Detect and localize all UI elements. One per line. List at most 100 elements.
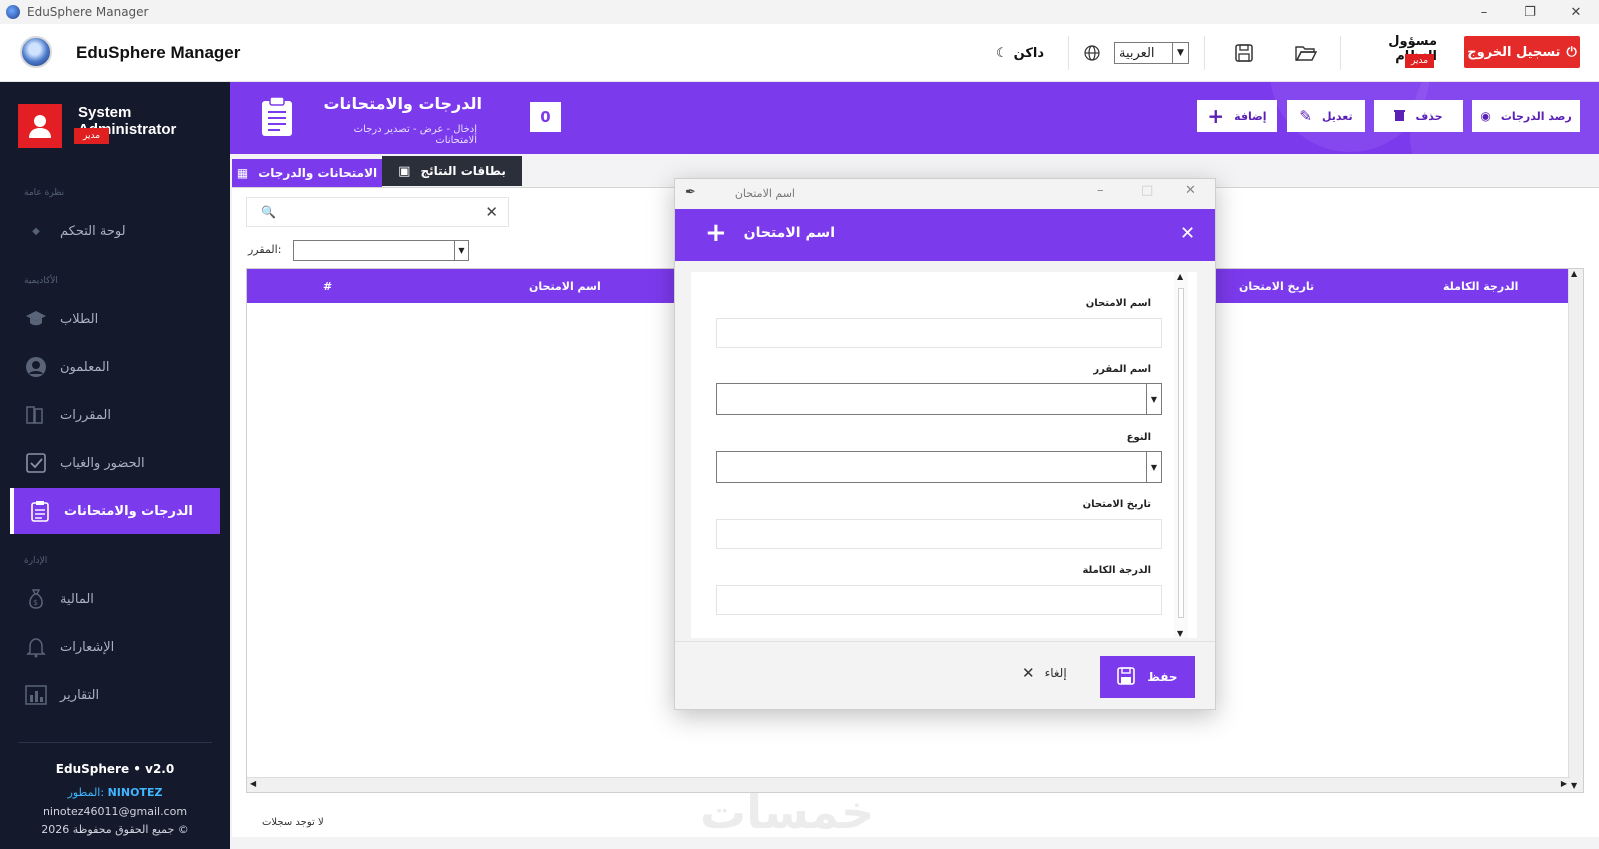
delete-button[interactable]: حذف: [1374, 100, 1463, 132]
sidebar-item-grades[interactable]: الدرجات والامتحانات: [10, 488, 220, 534]
sidebar-item-courses[interactable]: المقررات: [10, 392, 220, 438]
save-icon[interactable]: [1234, 24, 1254, 82]
dashboard-icon: ◆: [32, 225, 40, 237]
clear-search-icon[interactable]: ✕: [485, 203, 498, 221]
chevron-down-icon: ▼: [1146, 452, 1161, 482]
logout-button[interactable]: تسجيل الخروج ⏻: [1464, 36, 1580, 68]
sidebar-item-reports[interactable]: التقارير: [10, 672, 220, 718]
maximize-icon: □: [1141, 183, 1154, 198]
type-label: النوع: [1126, 432, 1151, 443]
sidebar-item-students[interactable]: الطلاب: [10, 296, 220, 342]
minimize-icon[interactable]: –: [1097, 183, 1104, 198]
sidebar-item-label: الحضور والغياب: [60, 455, 145, 471]
cancel-button[interactable]: ✕ إلغاء: [1022, 664, 1067, 682]
dialog-title: اسم الامتحان: [743, 225, 835, 241]
medal-icon: ◉: [1480, 109, 1491, 123]
dialog-titlebar: ✒ اسم الامتحان – □ ✕: [675, 179, 1215, 209]
header-divider: [1068, 36, 1069, 70]
sidebar-item-label: التقارير: [60, 687, 100, 703]
full-mark-field[interactable]: [716, 585, 1162, 615]
bell-icon: [24, 635, 48, 659]
scroll-up-icon[interactable]: ▲: [1177, 272, 1183, 281]
record-grades-label: رصد الدرجات: [1500, 109, 1572, 123]
scroll-down-icon[interactable]: ▼: [1571, 781, 1577, 790]
sidebar-item-label: لوحة التحكم: [60, 223, 126, 239]
svg-text:$: $: [33, 598, 38, 607]
column-header-exam-name[interactable]: اسم الامتحان: [529, 280, 601, 293]
window-title: EduSphere Manager: [27, 5, 149, 19]
dark-mode-toggle[interactable]: ☾ داكن: [996, 24, 1044, 82]
close-icon: ✕: [1022, 664, 1035, 682]
sidebar-item-dashboard[interactable]: ◆ لوحة التحكم: [10, 208, 220, 254]
save-button[interactable]: حفظ: [1100, 656, 1195, 698]
power-icon: ⏻: [1566, 44, 1577, 60]
delete-label: حذف: [1415, 109, 1443, 123]
add-label: إضافة: [1234, 109, 1267, 123]
column-header-full-mark[interactable]: الدرجة الكاملة: [1443, 280, 1518, 293]
feather-icon: ✒: [685, 185, 696, 200]
sidebar-item-label: المعلمون: [60, 359, 110, 375]
watermark-text: خمسات: [700, 785, 875, 839]
copyright: جميع الحقوق محفوظة 2026 ©: [41, 823, 189, 836]
header-divider: [1340, 36, 1341, 70]
moon-icon: ☾: [996, 45, 1008, 61]
page-header: الدرجات والامتحانات إدخال - عرض - تصدير …: [230, 82, 1599, 154]
course-filter-select[interactable]: ▼: [293, 240, 469, 261]
language-select[interactable]: العربية ▼: [1114, 42, 1189, 64]
window-titlebar: EduSphere Manager – ❐ ✕: [0, 0, 1599, 24]
dialog-window-title: اسم الامتحان: [734, 187, 795, 200]
sidebar-item-label: المالية: [60, 591, 94, 607]
horizontal-scrollbar[interactable]: ◀ ▶: [247, 777, 1570, 792]
plus-icon: +: [705, 218, 727, 248]
course-name-label: اسم المقرر: [1093, 364, 1151, 375]
scroll-down-icon[interactable]: ▼: [1177, 629, 1183, 638]
scroll-up-icon[interactable]: ▲: [1571, 269, 1577, 278]
search-input[interactable]: 🔍 ✕: [246, 197, 509, 227]
trash-icon: [1394, 109, 1406, 124]
record-count-badge: 0: [530, 102, 561, 132]
exam-name-field[interactable]: [716, 318, 1162, 348]
course-name-select[interactable]: ▼: [716, 383, 1162, 415]
brand-logo: [20, 36, 52, 68]
profile-role-badge: مدير: [74, 128, 110, 144]
scroll-thumb[interactable]: [1178, 288, 1184, 618]
cancel-label: إلغاء: [1044, 666, 1067, 680]
edit-button[interactable]: ✎ تعديل: [1287, 100, 1365, 132]
developer-label: المطور:: [67, 786, 105, 799]
tab-exams-grades[interactable]: ▦ الامتحانات والدرجات: [232, 159, 382, 187]
id-card-icon: ▣: [398, 163, 411, 179]
money-bag-icon: $: [24, 587, 48, 611]
sidebar-item-teachers[interactable]: المعلمون: [10, 344, 220, 390]
sidebar-item-label: الطلاب: [60, 311, 99, 327]
teacher-icon: [24, 355, 48, 379]
tab-result-cards[interactable]: ▣ بطاقات النتائج: [382, 156, 522, 186]
add-button[interactable]: + إضافة: [1197, 100, 1277, 132]
bar-chart-icon: [24, 683, 48, 707]
folder-open-icon[interactable]: [1295, 24, 1317, 82]
column-header-exam-date[interactable]: تاريخ الامتحان: [1239, 280, 1314, 293]
status-text: لا توجد سجلات: [262, 817, 324, 828]
scroll-left-icon[interactable]: ◀: [250, 779, 256, 788]
record-grades-button[interactable]: ◉ رصد الدرجات: [1472, 100, 1580, 132]
dialog-footer: ✕ إلغاء حفظ: [675, 641, 1215, 709]
globe-icon: [1084, 24, 1100, 82]
close-icon[interactable]: ✕: [1185, 183, 1196, 198]
dialog-scrollbar[interactable]: ▲ ▼: [1174, 272, 1188, 638]
column-header-number[interactable]: #: [323, 280, 332, 293]
type-select[interactable]: ▼: [716, 451, 1162, 483]
maximize-icon[interactable]: ❐: [1507, 0, 1553, 24]
minimize-icon[interactable]: –: [1461, 0, 1507, 24]
close-icon[interactable]: ✕: [1180, 223, 1195, 244]
sidebar-item-label: الإشعارات: [60, 639, 115, 655]
scroll-right-icon[interactable]: ▶: [1561, 779, 1567, 788]
exam-date-field[interactable]: [716, 519, 1162, 549]
sidebar-item-attendance[interactable]: الحضور والغياب: [10, 440, 220, 486]
edit-label: تعديل: [1321, 109, 1353, 123]
close-icon[interactable]: ✕: [1553, 0, 1599, 24]
sidebar-item-notifications[interactable]: الإشعارات: [10, 624, 220, 670]
avatar: [18, 104, 62, 148]
sidebar-item-finance[interactable]: $ المالية: [10, 576, 220, 622]
document-icon: ▦: [236, 166, 249, 180]
vertical-scrollbar[interactable]: ▲ ▼: [1568, 269, 1583, 792]
dialog-header: + اسم الامتحان ✕: [675, 209, 1215, 261]
